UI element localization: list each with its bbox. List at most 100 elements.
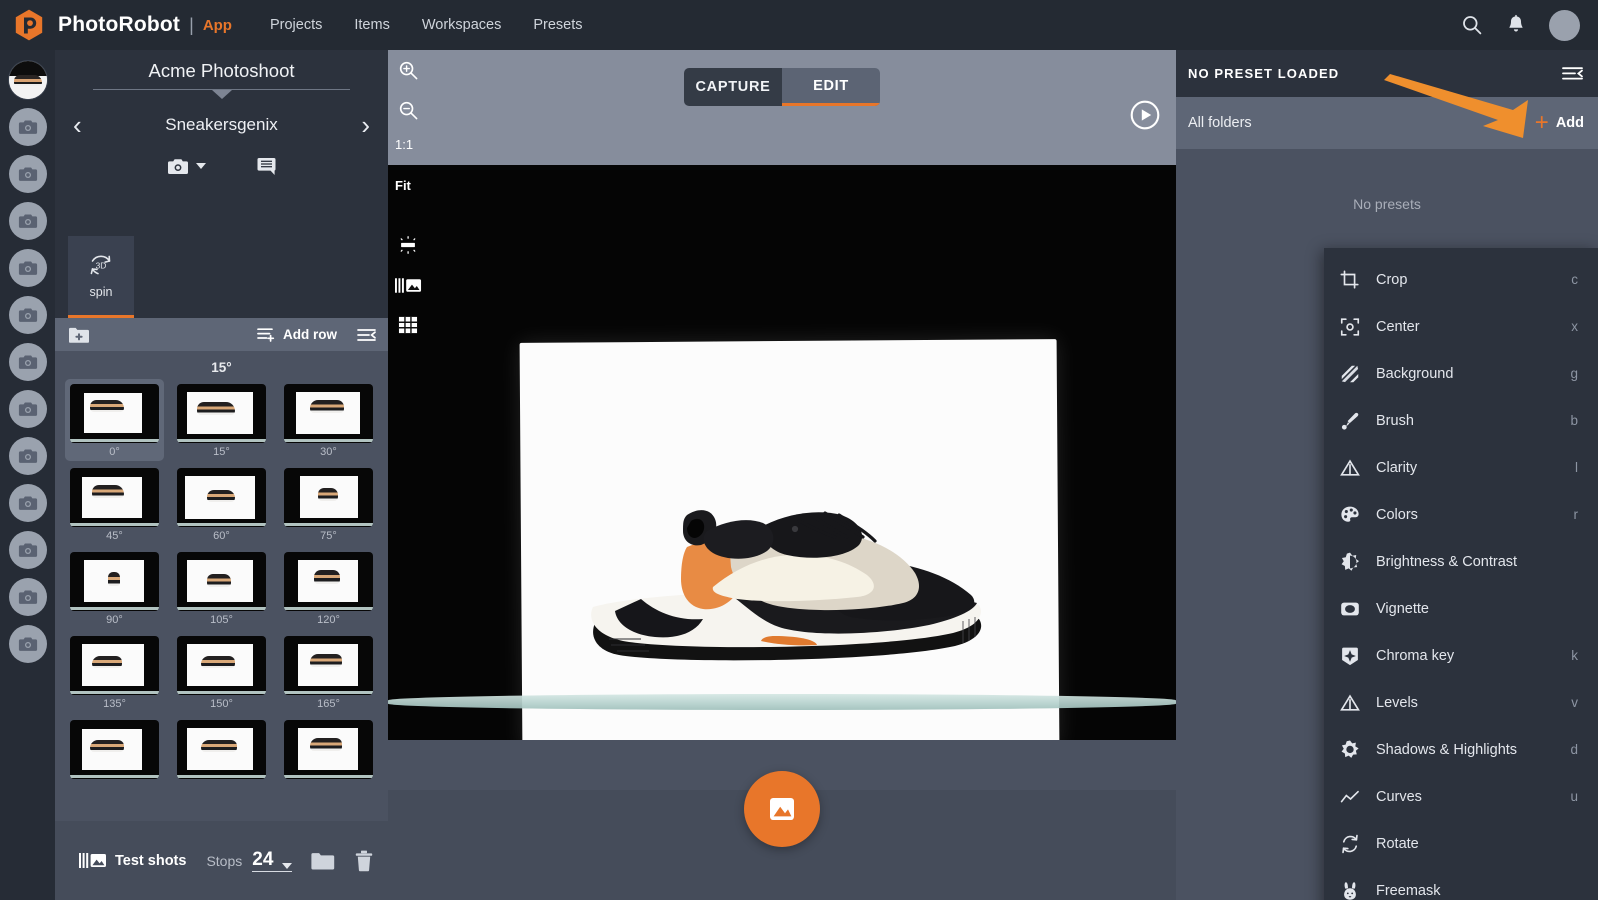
dropdown-item-colors[interactable]: Colors r <box>1324 491 1598 538</box>
delete-button[interactable] <box>355 850 373 872</box>
thumb-glass-edge <box>177 607 266 610</box>
thumbnail-cell[interactable]: 90° <box>65 547 164 629</box>
thumb-glass-edge <box>284 523 373 526</box>
dropdown-item-brush[interactable]: Brush b <box>1324 397 1598 444</box>
thumbnail-cell[interactable] <box>279 715 378 781</box>
thumbnail-image <box>177 636 266 695</box>
rail-camera-8[interactable] <box>9 437 47 475</box>
exposure-button[interactable] <box>388 225 428 265</box>
vignette-icon <box>1324 598 1376 620</box>
dropdown-item-freemask[interactable]: Freemask <box>1324 867 1598 900</box>
empty-preset-message: No presets <box>1353 196 1421 212</box>
thumbnail-cell[interactable]: 120° <box>279 547 378 629</box>
zoom-in-button[interactable] <box>388 50 428 90</box>
thumbnail-cell[interactable]: 0° <box>65 379 164 461</box>
tab-3d-spin[interactable]: 3D spin <box>68 236 134 318</box>
dropdown-item-clarity[interactable]: Clarity l <box>1324 444 1598 491</box>
open-folder-button[interactable] <box>310 851 335 871</box>
stops-select[interactable]: 24 <box>252 850 293 872</box>
tab-edit[interactable]: EDIT <box>782 68 880 106</box>
thumb-glass-edge <box>284 691 373 694</box>
thumbnail-cell[interactable]: 105° <box>172 547 271 629</box>
rail-camera-12[interactable] <box>9 625 47 663</box>
camera-select-dropdown[interactable] <box>167 157 206 176</box>
add-preset-button[interactable]: + Add <box>1535 111 1584 135</box>
user-avatar[interactable] <box>1549 9 1580 41</box>
dropdown-item-background[interactable]: Background g <box>1324 350 1598 397</box>
new-folder-button[interactable] <box>68 326 90 344</box>
collapse-list-button[interactable] <box>357 328 377 342</box>
next-item-button[interactable]: › <box>361 112 370 138</box>
thumbnail-cell[interactable]: 135° <box>65 631 164 713</box>
dropdown-item-brightness-contrast[interactable]: Brightness & Contrast <box>1324 538 1598 585</box>
thumb-shoe-shape <box>14 75 42 86</box>
chroma-key-icon <box>1324 645 1376 667</box>
thumbnail-cell[interactable] <box>172 715 271 781</box>
add-image-fab[interactable] <box>744 771 820 847</box>
nav-item-items[interactable]: Items <box>354 17 389 33</box>
levels-triangle-icon <box>1324 692 1376 714</box>
rail-camera-4[interactable] <box>9 249 47 287</box>
thumbnail-cell[interactable]: 165° <box>279 631 378 713</box>
rail-camera-1[interactable] <box>9 108 47 146</box>
project-dropdown-caret-icon[interactable] <box>211 90 232 99</box>
rail-camera-10[interactable] <box>9 531 47 569</box>
dropdown-item-rotate[interactable]: Rotate <box>1324 820 1598 867</box>
dropdown-item-shadows-highlights[interactable]: Shadows & Highlights d <box>1324 726 1598 773</box>
rail-camera-11[interactable] <box>9 578 47 616</box>
dropdown-item-shortcut: u <box>1570 789 1578 804</box>
rail-camera-6[interactable] <box>9 343 47 381</box>
thumbnail-cell[interactable]: 150° <box>172 631 271 713</box>
dropdown-item-vignette[interactable]: Vignette <box>1324 585 1598 632</box>
thumbnail-row: 0° 15° 30° <box>55 379 388 461</box>
tab-capture[interactable]: CAPTURE <box>684 68 782 106</box>
nav-item-presets[interactable]: Presets <box>533 17 582 33</box>
thumbnail-image <box>177 384 266 443</box>
thumbnail-cell[interactable]: 30° <box>279 379 378 461</box>
all-folders-label[interactable]: All folders <box>1188 115 1252 131</box>
dropdown-item-chroma-key[interactable]: Chroma key k <box>1324 632 1598 679</box>
test-shots-button[interactable]: Test shots <box>79 852 186 869</box>
nav-item-projects[interactable]: Projects <box>270 17 322 33</box>
dropdown-item-center[interactable]: Center x <box>1324 303 1598 350</box>
bell-icon[interactable] <box>1505 14 1527 36</box>
play-preview-button[interactable] <box>1130 100 1160 130</box>
thumbnail-cell[interactable]: 15° <box>172 379 271 461</box>
add-row-button[interactable]: Add row <box>257 327 337 342</box>
thumbnail-cell[interactable] <box>65 715 164 781</box>
3d-spin-icon: 3D <box>90 255 111 275</box>
camera-icon <box>18 305 38 325</box>
item-thumbnail[interactable] <box>9 61 47 99</box>
photorobot-hex-logo-icon[interactable] <box>12 8 46 42</box>
thumbnail-cell[interactable]: 60° <box>172 463 271 545</box>
thumb-shoe-shape <box>310 738 342 751</box>
search-icon[interactable] <box>1461 14 1483 36</box>
zoom-1to1-button[interactable]: 1:1 <box>388 130 428 158</box>
rail-camera-9[interactable] <box>9 484 47 522</box>
prev-item-button[interactable]: ‹ <box>73 112 82 138</box>
thumbnail-cell[interactable]: 45° <box>65 463 164 545</box>
thumbnail-cell[interactable]: 75° <box>279 463 378 545</box>
rail-camera-7[interactable] <box>9 390 47 428</box>
rail-camera-2[interactable] <box>9 155 47 193</box>
dropdown-item-label: Clarity <box>1376 459 1418 476</box>
dropdown-item-label: Center <box>1376 318 1420 335</box>
comment-button[interactable] <box>256 156 277 176</box>
thumb-shoe-shape <box>92 485 124 498</box>
dropdown-item-levels[interactable]: Levels v <box>1324 679 1598 726</box>
nav-item-workspaces[interactable]: Workspaces <box>422 17 502 33</box>
rail-camera-3[interactable] <box>9 202 47 240</box>
filmstrip-image-icon <box>394 277 421 293</box>
rail-camera-5[interactable] <box>9 296 47 334</box>
dropdown-item-curves[interactable]: Curves u <box>1324 773 1598 820</box>
thumb-glass-edge <box>70 691 159 694</box>
test-shots-label: Test shots <box>115 852 187 869</box>
zoom-fit-button[interactable]: Fit <box>388 165 428 205</box>
preview-stage[interactable]: Fit <box>388 165 1176 740</box>
zoom-out-button[interactable] <box>388 90 428 130</box>
filmstrip-button[interactable] <box>388 265 428 305</box>
dropdown-item-crop[interactable]: Crop c <box>1324 256 1598 303</box>
grid-overlay-button[interactable] <box>388 305 428 345</box>
collapse-panel-button[interactable] <box>1562 66 1584 81</box>
dropdown-item-label: Freemask <box>1376 882 1441 899</box>
